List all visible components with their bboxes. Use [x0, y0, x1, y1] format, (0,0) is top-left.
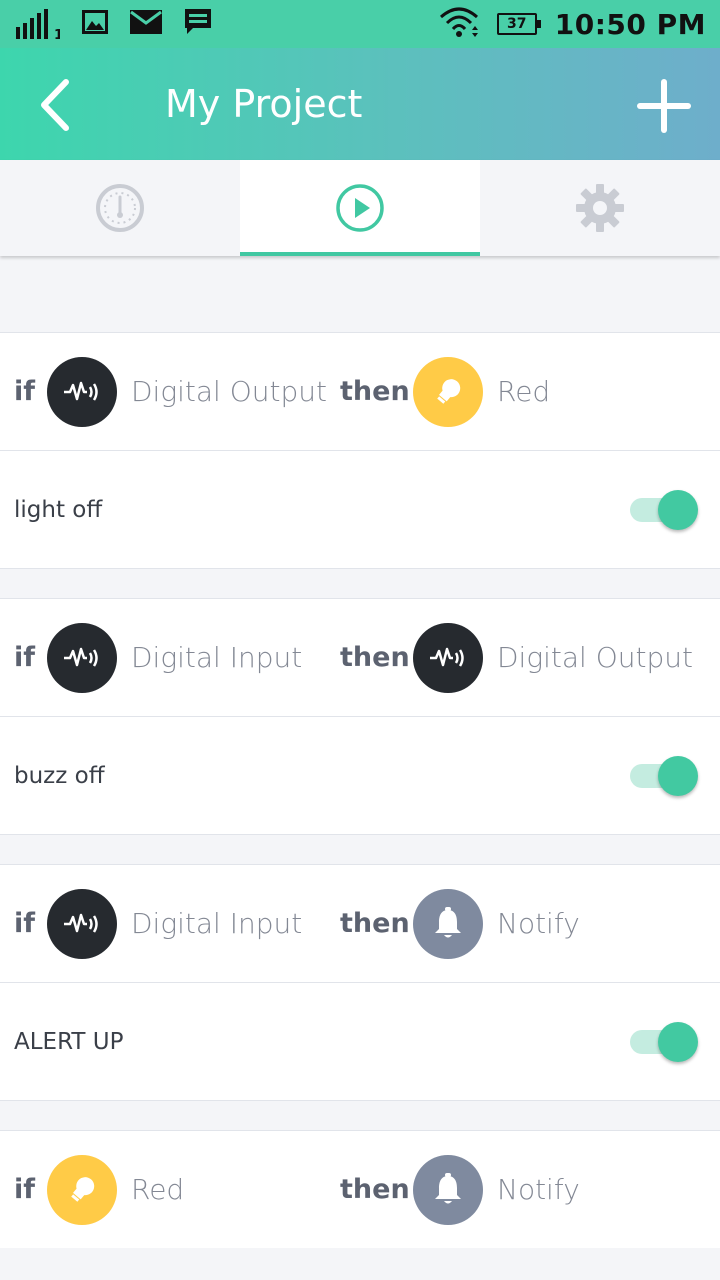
rule-condition-row[interactable]: if Digital Input then Digital Output [0, 598, 720, 716]
signal-icon: 1 [16, 9, 60, 39]
gauge-icon [96, 184, 144, 232]
tab-settings[interactable] [480, 160, 720, 256]
waveform-icon [47, 356, 117, 427]
rule-name-row: ALERT UP [0, 982, 720, 1100]
then-keyword: then [340, 908, 410, 939]
bulb-icon [413, 356, 483, 427]
rule-enabled-toggle[interactable] [628, 488, 702, 532]
rule-name-row: light off [0, 450, 720, 568]
app-bar: My Project [0, 48, 720, 160]
bulb-icon [47, 1154, 117, 1225]
then-action-label: Digital Output [497, 641, 693, 674]
chevron-left-icon [41, 79, 69, 131]
tab-rules[interactable] [240, 160, 480, 256]
if-keyword: if [14, 908, 36, 939]
rule-condition-row[interactable]: if Digital Output then Red [0, 332, 720, 450]
toggle-knob [658, 755, 698, 796]
rule-enabled-toggle[interactable] [628, 754, 702, 798]
toggle-knob [658, 489, 698, 530]
gallery-icon [82, 10, 108, 38]
if-keyword: if [14, 376, 36, 407]
then-action-label: Notify [497, 907, 580, 940]
if-keyword: if [14, 1174, 36, 1205]
play-icon [336, 184, 384, 232]
then-action-label: Notify [497, 1173, 580, 1206]
if-source-label: Digital Input [131, 641, 303, 674]
toggle-knob [658, 1021, 698, 1062]
rule-condition-row[interactable]: if Red then Notify [0, 1130, 720, 1248]
bell-icon [413, 1154, 483, 1225]
then-keyword: then [340, 1174, 410, 1205]
page-title: My Project [165, 82, 363, 126]
if-keyword: if [14, 642, 36, 673]
mail-icon [130, 10, 162, 38]
group-divider [0, 1100, 720, 1130]
signal-sim-label: 1 [54, 28, 60, 39]
list-top-spacer [0, 256, 720, 332]
tab-bar [0, 160, 720, 256]
rule-name: light off [14, 496, 103, 523]
bell-icon [413, 888, 483, 959]
battery-indicator: 37 [496, 13, 541, 35]
rules-list: if Digital Output then Red light off if … [0, 256, 720, 1248]
back-button[interactable] [34, 78, 78, 132]
waveform-icon [47, 622, 117, 693]
waveform-icon [413, 622, 483, 693]
clock: 10:50 PM [554, 7, 706, 41]
then-keyword: then [340, 642, 410, 673]
status-bar: 1 37 10:50 PM [0, 0, 720, 48]
group-divider [0, 568, 720, 598]
rule-name: buzz off [14, 762, 105, 789]
group-divider [0, 834, 720, 864]
gear-icon [576, 184, 624, 232]
plus-icon [637, 79, 691, 133]
then-action-label: Red [497, 375, 551, 408]
if-source-label: Digital Output [131, 375, 327, 408]
add-rule-button[interactable] [636, 78, 692, 134]
then-keyword: then [340, 376, 410, 407]
rule-condition-row[interactable]: if Digital Input then Notify [0, 864, 720, 982]
rule-enabled-toggle[interactable] [628, 1020, 702, 1064]
rule-name-row: buzz off [0, 716, 720, 834]
message-icon [184, 8, 212, 40]
if-source-label: Digital Input [131, 907, 303, 940]
waveform-icon [47, 888, 117, 959]
if-source-label: Red [131, 1173, 185, 1206]
tab-dashboard[interactable] [0, 160, 240, 256]
wifi-icon [439, 5, 479, 43]
rule-name: ALERT UP [14, 1028, 124, 1055]
